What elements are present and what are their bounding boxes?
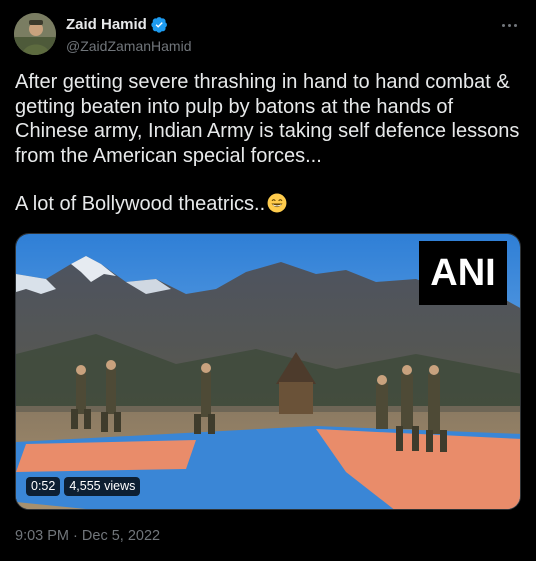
author-name[interactable]: Zaid Hamid xyxy=(66,16,147,33)
ani-watermark-text: ANI xyxy=(430,251,496,294)
tweet-paragraph-1: After getting severe thrashing in hand t… xyxy=(15,71,520,167)
video-views: 4,555 views xyxy=(64,477,141,496)
tweet-paragraph-2-text: A lot of Bollywood theatrics.. xyxy=(15,193,266,215)
timestamp-date[interactable]: Dec 5, 2022 xyxy=(82,528,160,544)
tweet: Zaid Hamid @ZaidZamanHamid After getting… xyxy=(0,0,536,561)
video-duration: 0:52 xyxy=(26,477,61,496)
grinning-face-emoji-icon xyxy=(267,193,287,213)
verified-badge-icon xyxy=(151,17,167,33)
timestamp-time[interactable]: 9:03 PM xyxy=(15,528,69,544)
timestamp-separator: · xyxy=(73,528,78,544)
more-options-button[interactable] xyxy=(498,14,520,36)
video-badges: 0:52 4,555 views xyxy=(26,477,141,496)
avatar[interactable] xyxy=(14,13,56,55)
avatar-image xyxy=(14,13,56,55)
more-dots-icon xyxy=(501,23,505,27)
author-handle[interactable]: @ZaidZamanHamid xyxy=(66,38,191,54)
video-player[interactable]: ANI 0:52 4,555 views xyxy=(15,233,521,510)
author-row: Zaid Hamid xyxy=(66,16,168,33)
tweet-timestamp: 9:03 PM · Dec 5, 2022 xyxy=(15,528,160,544)
tweet-paragraph-2: A lot of Bollywood theatrics.. xyxy=(15,192,525,217)
ani-watermark: ANI xyxy=(419,241,507,305)
tweet-text: After getting severe thrashing in hand t… xyxy=(15,70,525,217)
